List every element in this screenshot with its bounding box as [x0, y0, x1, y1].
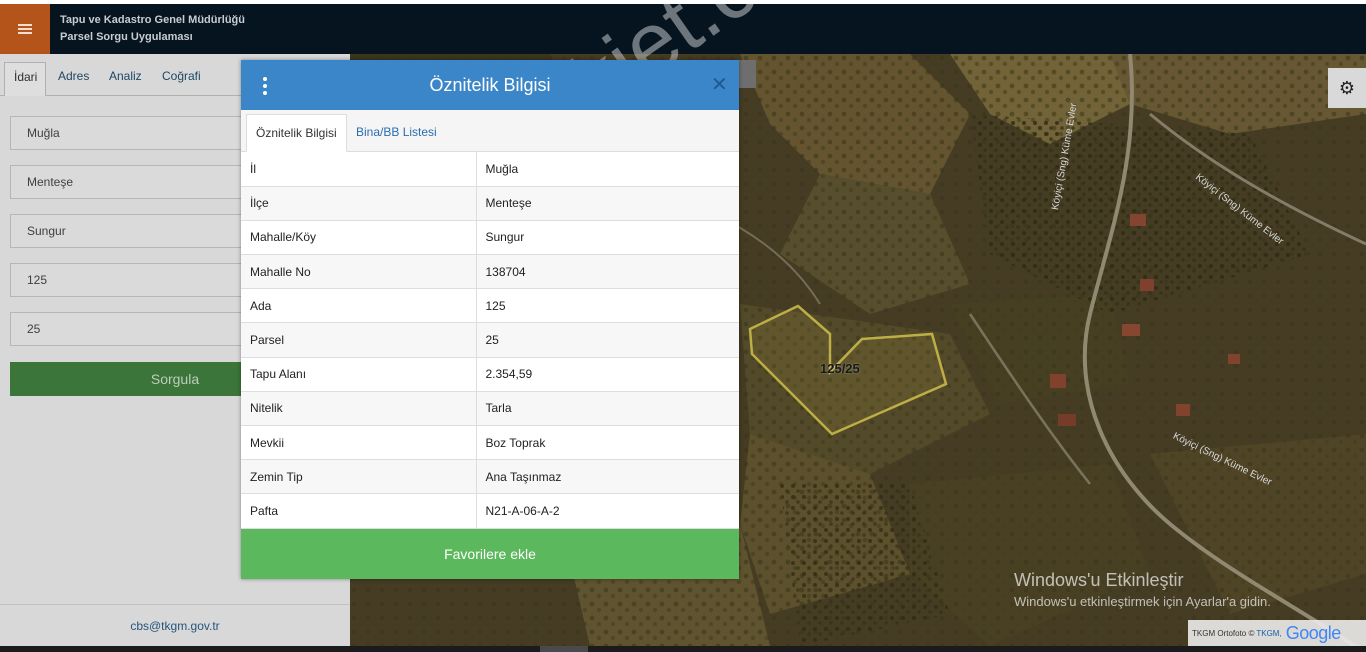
- tab-analiz[interactable]: Analiz: [104, 62, 147, 96]
- attribute-value: Muğla: [476, 152, 739, 187]
- map-attribution: TKGM Ortofoto © TKGM, Google: [1188, 620, 1366, 646]
- table-row: Pafta N21-A-06-A-2: [241, 493, 739, 529]
- settings-button[interactable]: ⚙: [1328, 68, 1366, 108]
- table-row: İlçe Menteşe: [241, 186, 739, 221]
- windows-activation-notice: Windows'u Etkinleştir Windows'u etkinleş…: [1014, 570, 1271, 609]
- attribute-value: 125: [476, 288, 739, 324]
- attribute-key: Parsel: [241, 322, 477, 358]
- table-row: Mahalle No 138704: [241, 254, 739, 290]
- add-favorite-button[interactable]: Favorilere ekle: [241, 529, 739, 579]
- table-row: Nitelik Tarla: [241, 391, 739, 427]
- attribute-key: Tapu Alanı: [241, 357, 477, 392]
- tab-idari[interactable]: İdari: [4, 62, 46, 96]
- tab-adres[interactable]: Adres: [53, 62, 94, 96]
- attribute-value: Menteşe: [476, 186, 739, 221]
- activation-title: Windows'u Etkinleştir: [1014, 570, 1184, 590]
- contact-email-link[interactable]: cbs@tkgm.gov.tr: [0, 604, 350, 646]
- attribute-value: Tarla: [476, 391, 739, 427]
- app-name: Parsel Sorgu Uygulaması: [60, 31, 193, 43]
- attribution-link[interactable]: TKGM,: [1256, 629, 1281, 638]
- attribute-modal: Öznitelik Bilgisi ✕ Öznitelik Bilgisi Bi…: [241, 60, 739, 579]
- attribute-table: İl Muğla İlçe Menteşe Mahalle/Köy Sungur Mahal…: [241, 152, 739, 529]
- modal-header: Öznitelik Bilgisi ✕: [241, 60, 739, 110]
- attribute-key: Pafta: [241, 493, 477, 529]
- modal-title: Öznitelik Bilgisi: [429, 75, 551, 95]
- attribute-value: 2.354,59: [476, 357, 739, 392]
- attribute-value: 138704: [476, 254, 739, 290]
- attribute-key: İl: [241, 152, 477, 187]
- attribute-key: Zemin Tip: [241, 459, 477, 495]
- attribute-value: Boz Toprak: [476, 425, 739, 461]
- table-row: İl Muğla: [241, 152, 739, 187]
- attribute-key: İlçe: [241, 186, 477, 221]
- attribute-key: Ada: [241, 288, 477, 324]
- attribute-key: Mahalle No: [241, 254, 477, 290]
- close-icon[interactable]: ✕: [711, 73, 728, 97]
- activation-hint: Windows'u etkinleştirmek için Ayarlar'a …: [1014, 594, 1271, 609]
- bottom-strip: [0, 646, 1366, 652]
- hamburger-icon: [18, 24, 32, 34]
- table-row: Tapu Alanı 2.354,59: [241, 357, 739, 392]
- gear-icon: ⚙: [1338, 77, 1356, 98]
- org-name: Tapu ve Kadastro Genel Müdürlüğü: [60, 14, 245, 26]
- neighborhood-select[interactable]: Sungur: [10, 214, 260, 248]
- attribute-key: Mahalle/Köy: [241, 220, 477, 256]
- attribute-value: 25: [476, 322, 739, 358]
- table-row: Zemin Tip Ana Taşınmaz: [241, 459, 739, 495]
- table-row: Parsel 25: [241, 322, 739, 358]
- hamburger-menu-button[interactable]: [0, 4, 50, 54]
- tab-building-list[interactable]: Bina/BB Listesi: [347, 114, 446, 152]
- table-row: Ada 125: [241, 288, 739, 324]
- kebab-icon[interactable]: [261, 77, 269, 95]
- attribute-value: Sungur: [476, 220, 739, 256]
- block-input[interactable]: 125: [10, 263, 260, 297]
- attribute-key: Nitelik: [241, 391, 477, 427]
- attribute-value: N21-A-06-A-2: [476, 493, 739, 529]
- parcel-label: 125/25: [820, 361, 860, 376]
- sorgula-button[interactable]: Sorgula: [10, 362, 260, 396]
- google-logo: Google: [1285, 622, 1342, 643]
- province-select[interactable]: Muğla: [10, 116, 260, 150]
- attribution-text: TKGM Ortofoto ©: [1192, 628, 1255, 638]
- tab-cografi[interactable]: Coğrafi: [157, 62, 206, 96]
- modal-tabs: Öznitelik Bilgisi Bina/BB Listesi: [241, 110, 739, 152]
- attribute-value: Ana Taşınmaz: [476, 459, 739, 495]
- district-select[interactable]: Menteşe: [10, 165, 260, 199]
- attribute-key: Mevkii: [241, 425, 477, 461]
- table-row: Mahalle/Köy Sungur: [241, 220, 739, 256]
- tab-attribute-info[interactable]: Öznitelik Bilgisi: [246, 114, 347, 152]
- table-row: Mevkii Boz Toprak: [241, 425, 739, 461]
- parcel-input[interactable]: 25: [10, 312, 260, 346]
- app-brand: Tapu ve Kadastro Genel Müdürlüğü Parsel …: [60, 12, 245, 46]
